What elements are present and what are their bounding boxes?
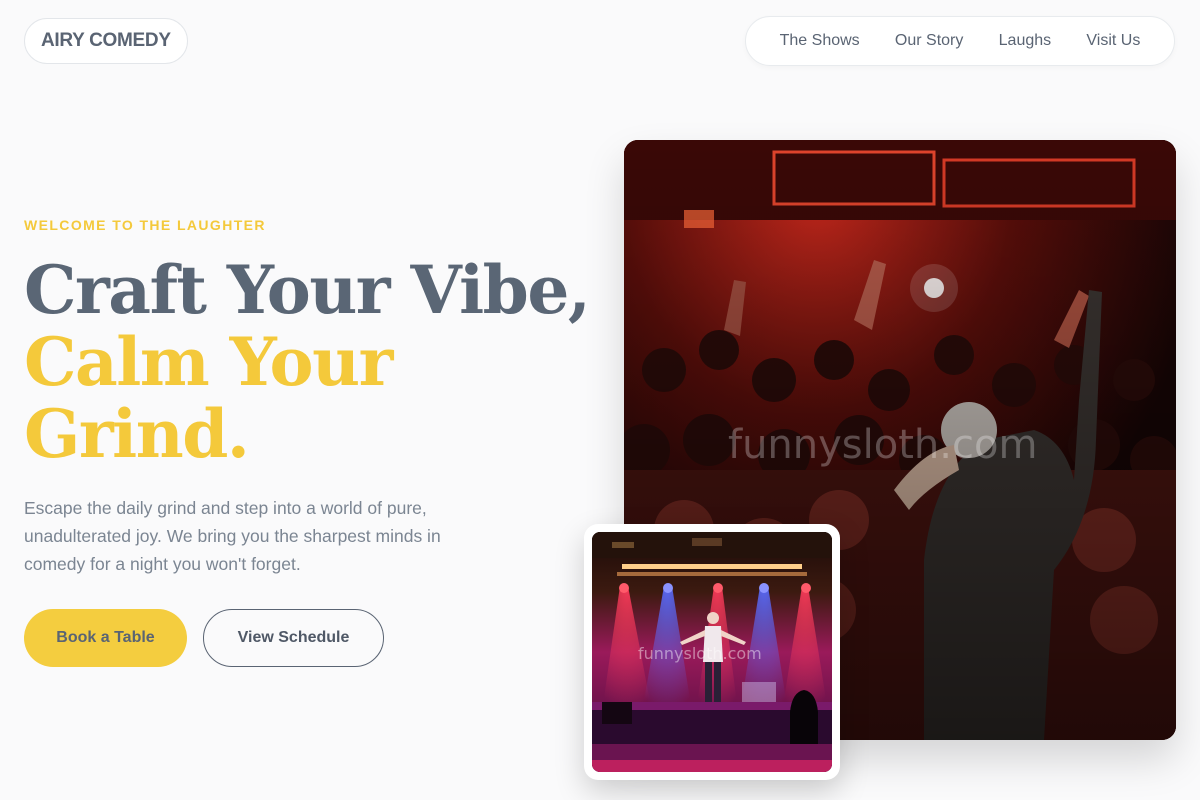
stage-photo-card: funnysloth.com — [584, 524, 840, 780]
headline-line-2: Calm Your — [24, 323, 393, 401]
view-schedule-button[interactable]: View Schedule — [203, 609, 384, 667]
hero-eyebrow: WELCOME TO THE LAUGHTER — [24, 217, 266, 233]
headline-line-1: Craft Your Vibe, — [24, 251, 591, 329]
main-nav: The Shows Our Story Laughs Visit Us — [745, 16, 1175, 66]
brand-logo[interactable]: AIRY COMEDY — [24, 18, 188, 64]
nav-link-story[interactable]: Our Story — [895, 32, 963, 50]
headline-line-3: Grind. — [24, 395, 250, 473]
book-table-button[interactable]: Book a Table — [24, 609, 187, 667]
hero-description: Escape the daily grind and step into a w… — [24, 498, 441, 574]
stage-photo-graphic — [592, 532, 832, 772]
stage-photo: funnysloth.com — [592, 532, 832, 772]
hero-headline: Craft Your Vibe, Calm Your Grind. — [24, 251, 591, 473]
nav-link-shows[interactable]: The Shows — [780, 32, 860, 50]
nav-link-visit[interactable]: Visit Us — [1086, 32, 1140, 50]
nav-link-laughs[interactable]: Laughs — [999, 32, 1052, 50]
